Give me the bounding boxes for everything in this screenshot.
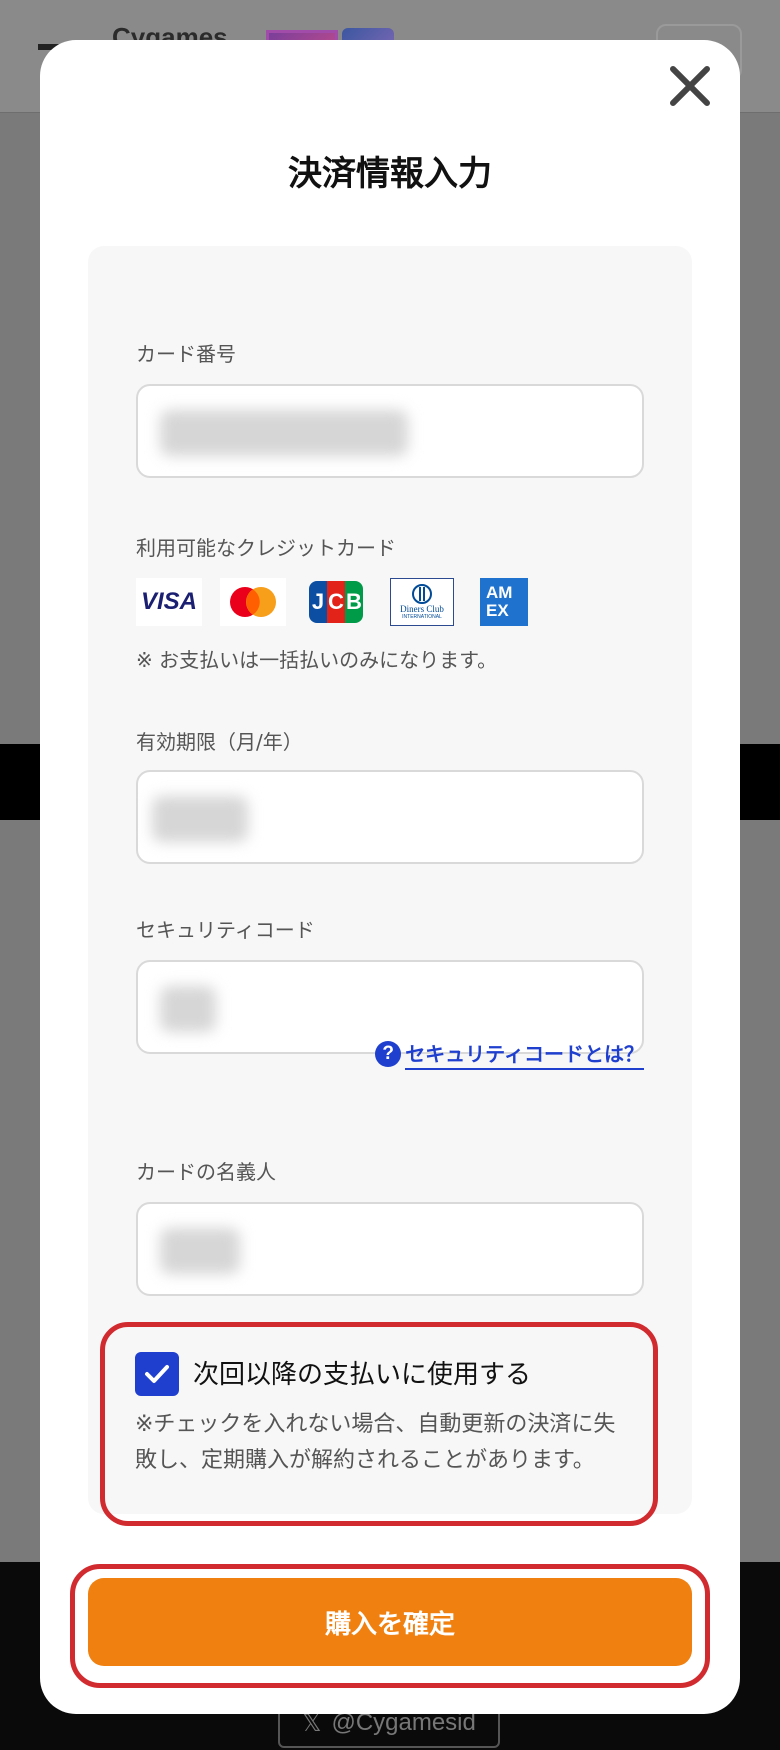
checkmark-icon <box>145 1365 169 1383</box>
lump-sum-note: ※ お支払いは一括払いのみになります。 <box>136 648 498 672</box>
card-number-input[interactable] <box>136 384 644 478</box>
save-card-section: 次回以降の支払いに使用する ※チェックを入れない場合、自動更新の決済に失敗し、定… <box>100 1322 658 1526</box>
save-card-label[interactable]: 次回以降の支払いに使用する <box>193 1354 531 1391</box>
diners-club-logo: Diners Club INTERNATIONAL <box>390 578 454 626</box>
security-code-label: セキュリティコード <box>136 918 315 942</box>
save-card-note: ※チェックを入れない場合、自動更新の決済に失敗し、定期購入が解約されることがあり… <box>135 1412 616 1473</box>
payment-modal: 決済情報入力 カード番号 利用可能なクレジットカード VISA J C B Di… <box>40 40 740 1714</box>
visa-logo: VISA <box>136 578 202 626</box>
expiry-input[interactable] <box>136 770 644 864</box>
card-holder-label: カードの名義人 <box>136 1160 276 1184</box>
card-number-masked-value <box>160 410 408 456</box>
card-holder-masked-value <box>160 1228 240 1274</box>
expiry-label: 有効期限（月/年） <box>136 730 303 754</box>
question-icon: ? <box>375 1041 402 1067</box>
modal-title: 決済情報入力 <box>288 154 492 194</box>
confirm-purchase-button[interactable]: 購入を確定 <box>88 1578 692 1666</box>
available-cards-label: 利用可能なクレジットカード <box>136 536 396 560</box>
card-holder-input[interactable] <box>136 1202 644 1296</box>
expiry-masked-value <box>152 796 248 842</box>
card-number-label: カード番号 <box>136 342 236 366</box>
close-button[interactable] <box>666 62 714 110</box>
close-icon <box>670 66 710 106</box>
security-code-help-link[interactable]: ? セキュリティコードとは？ <box>375 1038 644 1070</box>
save-card-checkbox[interactable] <box>135 1352 179 1396</box>
jcb-logo: J C B <box>308 578 364 626</box>
security-code-masked-value <box>160 986 216 1032</box>
security-code-help-label: セキュリティコードとは？ <box>405 1038 644 1070</box>
mastercard-logo <box>220 578 286 626</box>
amex-logo: AM EX <box>480 578 528 626</box>
payment-form: カード番号 利用可能なクレジットカード VISA J C B Diners Cl… <box>88 246 692 1526</box>
